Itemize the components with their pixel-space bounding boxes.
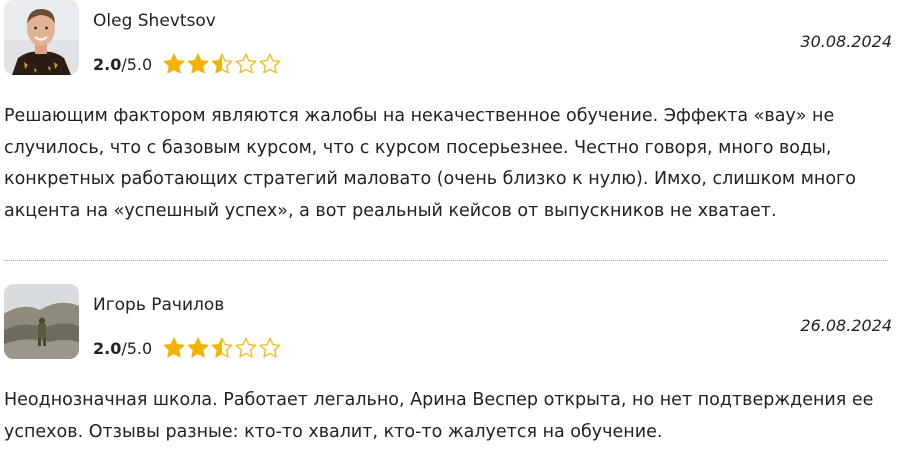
star-filled-icon <box>163 337 185 358</box>
review-date: 30.08.2024 <box>800 32 892 51</box>
star-empty-icon <box>235 53 257 74</box>
author-name: Oleg Shevtsov <box>93 11 216 31</box>
star-empty-icon <box>235 337 257 358</box>
star-rating <box>162 336 282 360</box>
avatar <box>4 0 79 75</box>
rating: 2.0/5.0 <box>93 51 282 77</box>
star-empty-icon <box>259 337 281 358</box>
star-half-icon <box>211 337 233 358</box>
star-half-icon <box>211 53 233 74</box>
avatar <box>4 284 79 359</box>
rating-max: 5.0 <box>126 54 153 74</box>
review-date: 26.08.2024 <box>800 316 892 335</box>
star-filled-icon <box>187 337 209 358</box>
star-rating <box>162 52 282 76</box>
rating-score: 2.0 <box>93 338 122 358</box>
rating: 2.0/5.0 <box>93 335 282 361</box>
star-filled-icon <box>163 53 185 74</box>
star-empty-icon <box>259 53 281 74</box>
rating-score: 2.0 <box>93 54 122 74</box>
author-name: Игорь Рачилов <box>93 295 225 315</box>
review-text: Неоднозначная школа. Работает легально, … <box>4 390 874 442</box>
divider <box>4 260 888 261</box>
rating-max: 5.0 <box>126 338 153 358</box>
star-filled-icon <box>187 53 209 74</box>
review-text: Решающим фактором являются жалобы на нек… <box>4 106 856 221</box>
